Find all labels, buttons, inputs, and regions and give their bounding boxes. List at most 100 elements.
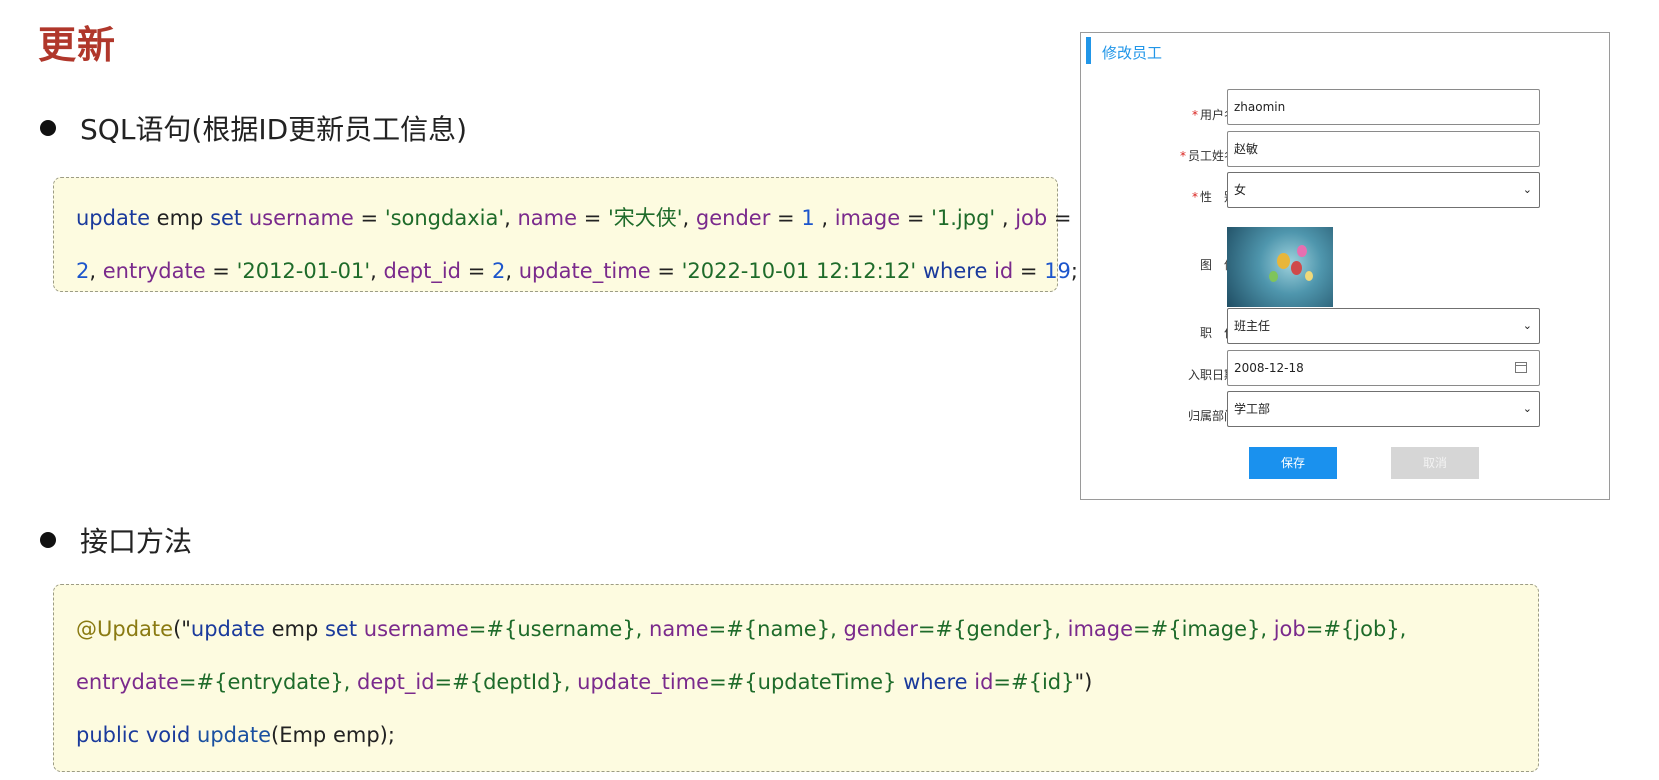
code-token: dept_id	[383, 259, 462, 283]
chevron-down-icon: ⌄	[1522, 183, 1532, 196]
code-token: ,	[504, 206, 518, 230]
code-token: =#{id}	[993, 670, 1075, 694]
balloon-icon	[1305, 271, 1313, 281]
panel-title: 修改员工	[1102, 44, 1163, 62]
code-token: 2	[491, 259, 506, 283]
job-select[interactable]: 班主任 ⌄	[1227, 308, 1540, 344]
code-token: id	[974, 670, 994, 694]
code-token: gender	[695, 206, 771, 230]
chevron-down-icon: ⌄	[1522, 319, 1532, 332]
java-code-block: @Update("update emp set username=#{usern…	[53, 584, 1539, 772]
section-title-sql: SQL语句(根据ID更新员工信息)	[80, 113, 468, 146]
code-token: set	[210, 206, 243, 230]
code-token: =#{updateTime}	[709, 670, 904, 694]
code-line: entrydate=#{entrydate}, dept_id=#{deptId…	[76, 656, 1520, 709]
code-token: '1.jpg'	[931, 206, 996, 230]
section-title-interface: 接口方法	[80, 525, 193, 558]
section-interface: 接口方法	[40, 520, 192, 560]
code-token: =#{username},	[468, 617, 650, 641]
save-button[interactable]: 保存	[1249, 447, 1337, 479]
code-token: =	[461, 259, 492, 283]
job-label: 职 位	[1199, 326, 1236, 340]
code-token: 'songdaxia'	[384, 206, 505, 230]
code-token: image	[834, 206, 901, 230]
code-token: 2	[76, 259, 90, 283]
code-token: job	[1015, 206, 1048, 230]
code-token: ;	[1070, 259, 1078, 283]
code-token: update_time	[518, 259, 651, 283]
code-token: image	[1067, 617, 1134, 641]
code-token: void	[145, 723, 191, 747]
code-token: ("	[173, 617, 191, 641]
code-token: name	[649, 617, 709, 641]
code-token: =	[205, 259, 237, 283]
code-token: 19	[1044, 259, 1071, 283]
code-token: =	[650, 259, 682, 283]
code-token: public	[76, 723, 140, 747]
username-label: * 用户名	[1191, 108, 1236, 122]
code-token: entrydate	[76, 670, 179, 694]
code-token: =#{image},	[1133, 617, 1274, 641]
code-token: =	[577, 206, 608, 230]
name-input[interactable]: 赵敏	[1227, 131, 1540, 167]
code-token: where	[903, 670, 968, 694]
code-token: =	[353, 206, 385, 230]
code-token: (Emp emp);	[271, 723, 395, 747]
bullet-icon	[40, 120, 56, 136]
code-token: username	[363, 617, 469, 641]
code-token: job	[1273, 617, 1306, 641]
code-token: =#{job},	[1305, 617, 1407, 641]
code-token: '2012-01-01'	[236, 259, 371, 283]
balloon-icon	[1297, 245, 1307, 257]
code-token: id	[994, 259, 1014, 283]
balloon-icon	[1269, 271, 1278, 282]
entrydate-picker[interactable]: 2008-12-18	[1227, 350, 1540, 386]
code-token: emp	[264, 617, 325, 641]
code-token: name	[517, 206, 578, 230]
code-token: =	[1047, 206, 1072, 230]
avatar-image-upload[interactable]	[1227, 227, 1333, 307]
code-token: update	[197, 723, 272, 747]
entrydate-label: 入职日期	[1187, 368, 1236, 382]
gender-label: * 性 别	[1191, 190, 1236, 204]
code-line: update emp set username = 'songdaxia', n…	[76, 192, 1072, 245]
dept-select[interactable]: 学工部 ⌄	[1227, 391, 1540, 427]
calendar-icon[interactable]	[1515, 362, 1527, 373]
panel-accent-bar	[1086, 37, 1091, 64]
code-token: where	[922, 259, 988, 283]
cancel-button[interactable]: 取消	[1391, 447, 1479, 479]
section-sql: SQL语句(根据ID更新员工信息)	[40, 108, 467, 148]
balloon-icon	[1291, 261, 1302, 275]
code-token: '宋大侠'	[608, 206, 683, 230]
name-label: * 员工姓名	[1179, 149, 1236, 163]
code-token: ,	[370, 259, 384, 283]
code-token: username	[248, 206, 354, 230]
page-title: 更新	[38, 23, 117, 67]
code-token: ,	[814, 206, 835, 230]
code-token: =#{name},	[708, 617, 844, 641]
code-token: =#{entrydate},	[178, 670, 358, 694]
code-token: ,	[505, 259, 519, 283]
code-token: update_time	[577, 670, 710, 694]
code-token: ,	[995, 206, 1016, 230]
code-token: =	[1013, 259, 1045, 283]
username-input[interactable]: zhaomin	[1227, 89, 1540, 125]
sql-code-block: update emp set username = 'songdaxia', n…	[53, 177, 1078, 292]
code-token: =#{gender},	[917, 617, 1068, 641]
gender-select[interactable]: 女 ⌄	[1227, 172, 1540, 208]
code-token: '2022-10-01 12:12:12'	[681, 259, 917, 283]
code-token: ,	[89, 259, 103, 283]
code-token: dept_id	[357, 670, 435, 694]
code-line: 2, entrydate = '2012-01-01', dept_id = 2…	[76, 245, 1078, 298]
dept-label: 归属部门	[1187, 409, 1236, 423]
code-token: ")	[1074, 670, 1093, 694]
chevron-down-icon: ⌄	[1522, 402, 1532, 415]
image-label: 图 像	[1199, 258, 1236, 272]
code-token: @Update	[76, 617, 174, 641]
code-token: entrydate	[102, 259, 206, 283]
